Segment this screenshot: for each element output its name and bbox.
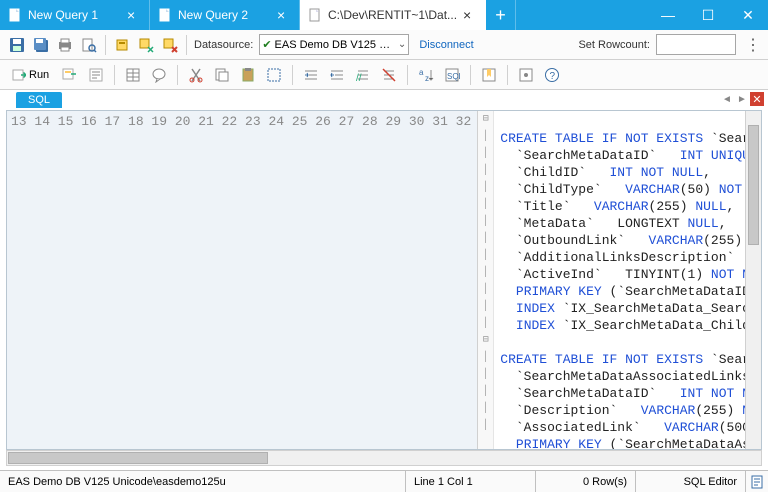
print-icon[interactable] — [54, 34, 76, 56]
explain-plan-icon[interactable] — [85, 64, 107, 86]
outdent-icon[interactable] — [326, 64, 348, 86]
svg-text://: // — [356, 73, 362, 83]
paste-icon[interactable] — [237, 64, 259, 86]
print-preview-icon[interactable] — [78, 34, 100, 56]
status-bar: EAS Demo DB V125 Unicode\easdemo125u Lin… — [0, 470, 768, 492]
close-button[interactable]: ✕ — [728, 0, 768, 30]
status-rows: 0 Row(s) — [536, 471, 636, 492]
document-icon — [158, 8, 172, 22]
tabstrip-controls: ◄ ► ✕ — [720, 92, 764, 106]
indent-icon[interactable] — [300, 64, 322, 86]
status-cursor: Line 1 Col 1 — [406, 471, 536, 492]
copy-icon[interactable] — [211, 64, 233, 86]
status-editor-mode: SQL Editor — [636, 471, 746, 492]
select-all-icon[interactable] — [263, 64, 285, 86]
close-panel-icon[interactable]: ✕ — [750, 92, 764, 106]
datasource-select[interactable]: ✔ EAS Demo DB V125 Unic ⌄ — [259, 34, 409, 55]
run-button[interactable]: Run — [6, 67, 55, 83]
close-icon[interactable]: × — [463, 8, 477, 22]
document-icon — [308, 8, 322, 22]
datasource-label: Datasource: — [194, 39, 253, 51]
separator — [407, 65, 408, 85]
format-sql-icon[interactable]: SQL — [441, 64, 463, 86]
minimize-button[interactable]: — — [648, 0, 688, 30]
datasource-value: EAS Demo DB V125 Unic — [275, 39, 394, 51]
options-icon[interactable] — [515, 64, 537, 86]
editor-tab-sql[interactable]: SQL — [16, 92, 62, 108]
save-all-icon[interactable] — [30, 34, 52, 56]
remove-datasource-icon[interactable] — [159, 34, 181, 56]
scroll-right-icon[interactable]: ► — [735, 92, 749, 106]
tab-query2[interactable]: New Query 2 × — [150, 0, 300, 30]
status-datasource: EAS Demo DB V125 Unicode\easdemo125u — [0, 471, 406, 492]
title-bar: New Query 1 × New Query 2 × C:\Dev\RENTI… — [0, 0, 768, 30]
separator — [470, 65, 471, 85]
bookmark-icon[interactable] — [478, 64, 500, 86]
run-selection-icon[interactable] — [59, 64, 81, 86]
separator — [177, 65, 178, 85]
svg-text:?: ? — [550, 71, 556, 82]
comment-block-icon[interactable]: // — [352, 64, 374, 86]
separator — [507, 65, 508, 85]
tab-query1[interactable]: New Query 1 × — [0, 0, 150, 30]
editor-area: SQL ◄ ► ✕ 13 14 15 16 17 18 19 20 21 22 … — [0, 90, 768, 470]
comment-icon[interactable] — [148, 64, 170, 86]
results-grid-icon[interactable] — [122, 64, 144, 86]
run-label: Run — [29, 69, 49, 81]
add-tab-button[interactable]: + — [486, 0, 516, 30]
cut-icon[interactable] — [185, 64, 207, 86]
toolbar-secondary: Run // az SQL ? — [0, 60, 768, 90]
horizontal-scrollbar[interactable] — [6, 450, 762, 466]
connect-datasource-icon[interactable] — [111, 34, 133, 56]
help-icon[interactable]: ? — [541, 64, 563, 86]
scrollbar-thumb[interactable] — [8, 452, 268, 464]
check-icon: ✔ — [262, 38, 271, 51]
close-icon[interactable]: × — [277, 8, 291, 22]
tab-label: New Query 1 — [28, 8, 121, 22]
toolbar-primary: Datasource: ✔ EAS Demo DB V125 Unic ⌄ Di… — [0, 30, 768, 60]
chevron-down-icon: ⌄ — [398, 39, 406, 50]
scroll-left-icon[interactable]: ◄ — [720, 92, 734, 106]
separator — [292, 65, 293, 85]
svg-text:z: z — [425, 74, 429, 83]
set-rowcount-label: Set Rowcount: — [578, 39, 650, 51]
separator — [105, 35, 106, 55]
separator — [186, 35, 187, 55]
close-icon[interactable]: × — [127, 8, 141, 22]
disconnect-link[interactable]: Disconnect — [419, 39, 473, 51]
separator — [114, 65, 115, 85]
refresh-datasource-icon[interactable] — [135, 34, 157, 56]
uncomment-block-icon[interactable] — [378, 64, 400, 86]
document-icon — [8, 8, 22, 22]
tab-label: C:\Dev\RENTIT~1\Dat... — [328, 8, 457, 22]
scrollbar-thumb[interactable] — [748, 125, 759, 245]
code-content[interactable]: CREATE TABLE IF NOT EXISTS `SearchMetaDa… — [494, 111, 745, 449]
maximize-button[interactable]: ☐ — [688, 0, 728, 30]
sort-az-icon[interactable]: az — [415, 64, 437, 86]
fold-gutter[interactable]: ⊟ │ │ │ │ │ │ │ │ │ │ │ │ ⊟ │ │ │ │ │ — [478, 111, 494, 449]
window-tabs: New Query 1 × New Query 2 × C:\Dev\RENTI… — [0, 0, 648, 30]
line-number-gutter: 13 14 15 16 17 18 19 20 21 22 23 24 25 2… — [7, 111, 478, 449]
svg-text:a: a — [419, 68, 424, 77]
status-page-icon[interactable] — [746, 471, 768, 492]
tab-label: New Query 2 — [178, 8, 271, 22]
window-buttons: — ☐ ✕ — [648, 0, 768, 30]
vertical-scrollbar[interactable] — [745, 111, 761, 449]
overflow-menu-icon[interactable]: ⋮ — [744, 35, 762, 55]
rowcount-input[interactable] — [656, 34, 736, 55]
code-editor[interactable]: 13 14 15 16 17 18 19 20 21 22 23 24 25 2… — [6, 110, 762, 450]
tab-file[interactable]: C:\Dev\RENTIT~1\Dat... × — [300, 0, 486, 30]
svg-text:SQL: SQL — [447, 72, 460, 81]
save-icon[interactable] — [6, 34, 28, 56]
